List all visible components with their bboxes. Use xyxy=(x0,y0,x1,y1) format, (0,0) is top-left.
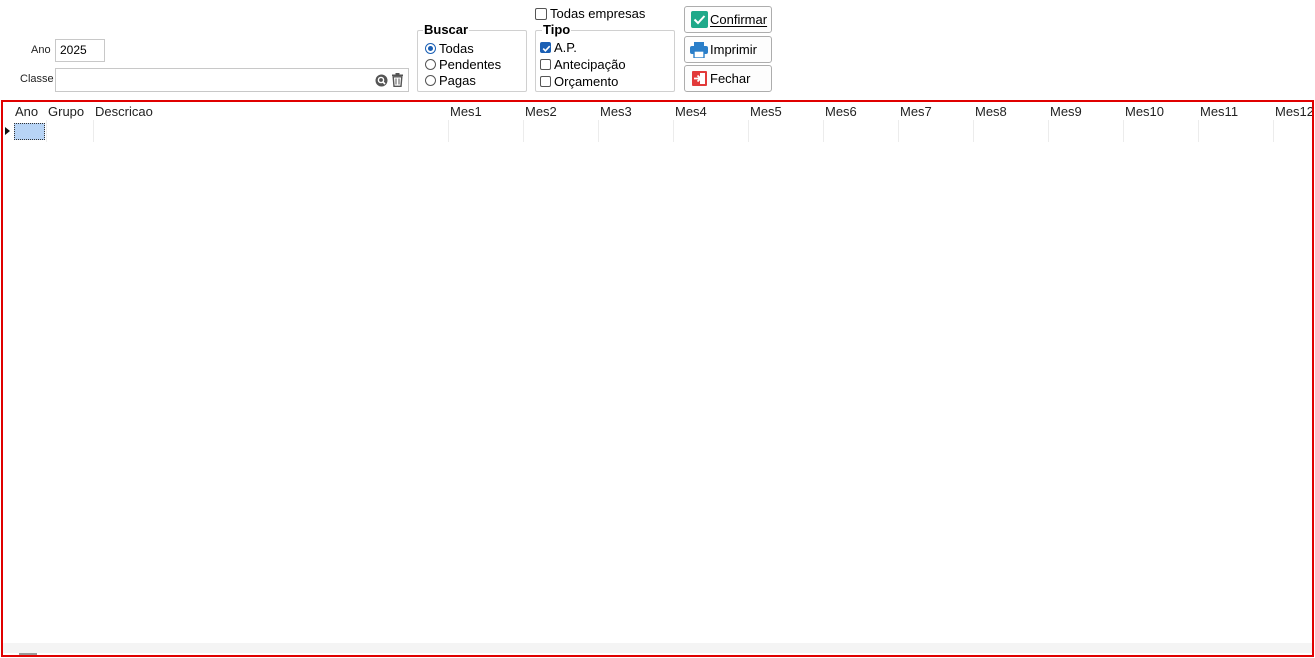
column-header-mes12[interactable]: Mes12 xyxy=(1275,104,1312,120)
tipo-title: Tipo xyxy=(542,22,572,37)
column-header-mes4[interactable]: Mes4 xyxy=(675,104,707,120)
column-header-mes11[interactable]: Mes11 xyxy=(1200,104,1238,120)
row-indicator-icon xyxy=(5,127,10,135)
column-separator xyxy=(898,120,899,142)
checkbox-antecipacao[interactable] xyxy=(540,59,551,70)
buscar-title: Buscar xyxy=(423,22,470,37)
buscar-option-pendentes[interactable]: Pendentes xyxy=(425,57,501,72)
ano-label: Ano xyxy=(31,44,51,56)
ano-input[interactable]: 2025 xyxy=(55,39,105,62)
column-header-mes8[interactable]: Mes8 xyxy=(975,104,1007,120)
imprimir-button[interactable]: Imprimir xyxy=(684,36,772,63)
column-separator xyxy=(823,120,824,142)
checkbox-ap[interactable] xyxy=(540,42,551,53)
todas-empresas-box[interactable] xyxy=(535,7,547,20)
buscar-option-pagas[interactable]: Pagas xyxy=(425,73,476,88)
column-separator xyxy=(93,120,94,142)
column-header-mes1[interactable]: Mes1 xyxy=(450,104,482,120)
check-icon xyxy=(690,11,708,29)
column-header-grupo[interactable]: Grupo xyxy=(48,104,84,120)
trash-icon[interactable] xyxy=(391,73,404,92)
horizontal-scroll-thumb[interactable] xyxy=(19,653,37,655)
radio-pendentes[interactable] xyxy=(425,59,436,70)
selected-cell[interactable] xyxy=(14,123,45,140)
buscar-option-todas[interactable]: Todas xyxy=(425,41,474,56)
column-separator xyxy=(673,120,674,142)
radio-pagas[interactable] xyxy=(425,75,436,86)
column-separator xyxy=(1123,120,1124,142)
exit-icon xyxy=(690,70,708,88)
search-icon[interactable] xyxy=(375,74,388,92)
radio-todas[interactable] xyxy=(425,43,436,54)
checkbox-orcamento[interactable] xyxy=(540,76,551,87)
column-header-mes10[interactable]: Mes10 xyxy=(1125,104,1164,120)
classe-input[interactable] xyxy=(55,68,409,92)
column-header-mes9[interactable]: Mes9 xyxy=(1050,104,1082,120)
grid-header: Ano Grupo Descricao Mes1 Mes2 Mes3 Mes4 Mes5 Mes… xyxy=(3,102,1312,144)
column-separator xyxy=(973,120,974,142)
column-separator xyxy=(1273,120,1274,142)
confirmar-button[interactable]: Confirmar xyxy=(684,6,772,33)
column-separator xyxy=(1048,120,1049,142)
column-separator xyxy=(1198,120,1199,142)
column-header-mes6[interactable]: Mes6 xyxy=(825,104,857,120)
column-header-descricao[interactable]: Descricao xyxy=(95,104,153,120)
column-separator xyxy=(748,120,749,142)
classe-label: Classe xyxy=(20,73,54,85)
column-separator xyxy=(598,120,599,142)
column-separator xyxy=(46,120,47,142)
tipo-option-ap[interactable]: A.P. xyxy=(540,40,577,55)
column-separator xyxy=(448,120,449,142)
column-header-mes5[interactable]: Mes5 xyxy=(750,104,782,120)
data-grid[interactable]: Ano Grupo Descricao Mes1 Mes2 Mes3 Mes4 Mes5 Mes… xyxy=(1,100,1314,657)
column-header-mes2[interactable]: Mes2 xyxy=(525,104,557,120)
column-header-mes7[interactable]: Mes7 xyxy=(900,104,932,120)
tipo-option-orcamento[interactable]: Orçamento xyxy=(540,74,618,89)
column-separator xyxy=(523,120,524,142)
todas-empresas-checkbox[interactable]: Todas empresas xyxy=(535,6,645,21)
tipo-option-antecipacao[interactable]: Antecipação xyxy=(540,57,626,72)
printer-icon xyxy=(690,41,708,59)
fechar-button[interactable]: Fechar xyxy=(684,65,772,92)
column-header-mes3[interactable]: Mes3 xyxy=(600,104,632,120)
column-header-ano[interactable]: Ano xyxy=(15,104,38,120)
horizontal-scrollbar[interactable] xyxy=(3,643,1312,653)
